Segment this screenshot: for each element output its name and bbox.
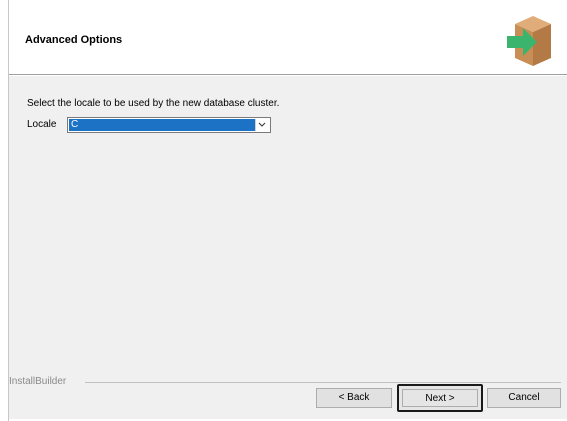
- next-button-label: Next >: [402, 389, 478, 407]
- cancel-button[interactable]: Cancel: [487, 388, 561, 408]
- package-arrow-icon: [507, 16, 551, 66]
- installer-window: Advanced Options Select the locale to be…: [0, 0, 567, 421]
- footer-divider: [85, 382, 561, 383]
- back-button[interactable]: < Back: [316, 388, 392, 408]
- header-panel: Advanced Options: [9, 0, 567, 74]
- locale-label: Locale: [27, 119, 57, 130]
- page-title: Advanced Options: [25, 34, 123, 46]
- locale-dropdown[interactable]: C: [67, 117, 271, 133]
- installbuilder-brand: InstallBuilder: [9, 376, 67, 387]
- chevron-down-icon[interactable]: [255, 119, 269, 131]
- locale-selected-value: C: [69, 119, 255, 131]
- next-button[interactable]: Next >: [397, 384, 483, 412]
- content-area: Select the locale to be used by the new …: [9, 76, 567, 421]
- instruction-text: Select the locale to be used by the new …: [27, 98, 280, 109]
